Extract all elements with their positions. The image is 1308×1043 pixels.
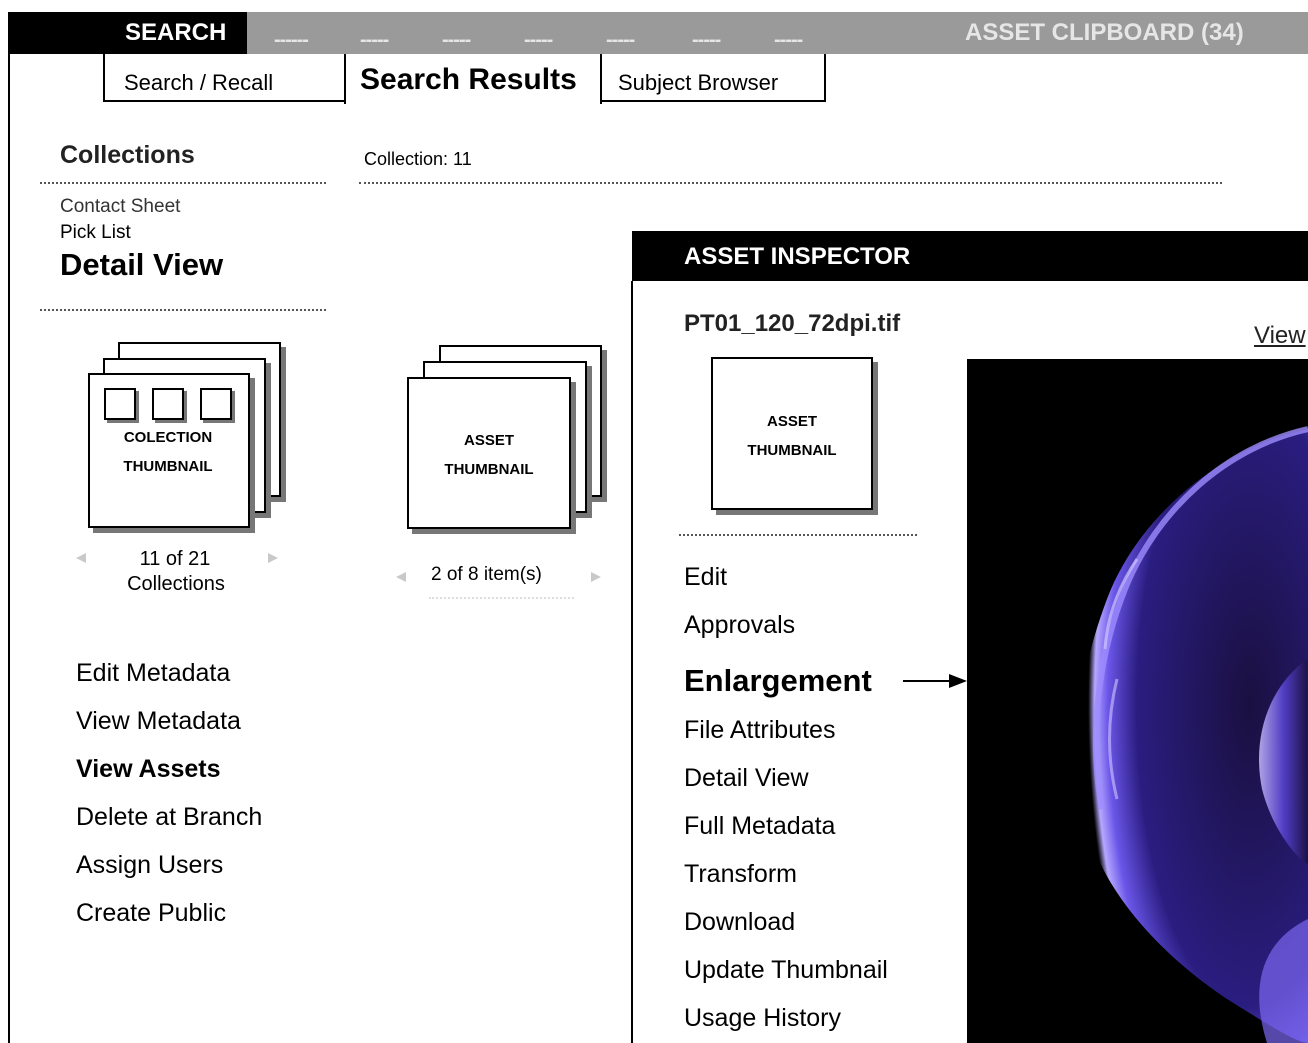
frame-divider xyxy=(8,54,10,1043)
assign-users-link[interactable]: Assign Users xyxy=(76,851,223,880)
divider xyxy=(40,309,326,311)
collection-thumb-line2: THUMBNAIL xyxy=(123,458,213,475)
divider xyxy=(40,182,326,184)
asset-filename: PT01_120_72dpi.tif xyxy=(684,310,901,337)
nav-placeholder-5[interactable]: ----- xyxy=(606,29,635,52)
nav-placeholder-7[interactable]: ----- xyxy=(774,29,803,52)
divider xyxy=(679,534,917,536)
asset-inspector-title: ASSET INSPECTOR xyxy=(684,243,911,270)
nav-placeholder-2[interactable]: ----- xyxy=(360,29,389,52)
enlargement-image xyxy=(967,359,1308,1043)
tab-search-recall[interactable]: Search / Recall xyxy=(103,54,346,102)
collections-title: Collections xyxy=(60,141,195,169)
enlargement-graphic xyxy=(1076,426,1308,1043)
tab-search-label: SEARCH xyxy=(125,19,227,46)
mini-thumb xyxy=(200,388,232,420)
asset-pager: 2 of 8 item(s) xyxy=(431,564,542,585)
inspector-download-link[interactable]: Download xyxy=(684,908,795,937)
create-public-link[interactable]: Create Public xyxy=(76,899,226,928)
asset-thumb-line2: THUMBNAIL xyxy=(444,461,534,478)
tab-search-results-label: Search Results xyxy=(360,63,577,96)
inspector-approvals-link[interactable]: Approvals xyxy=(684,611,795,640)
inspector-border xyxy=(631,281,633,1043)
view-link[interactable]: View xyxy=(1254,322,1306,350)
nav-placeholder-3[interactable]: ----- xyxy=(442,29,471,52)
inspector-enlargement-link[interactable]: Enlargement xyxy=(684,663,872,699)
tab-subject-browser[interactable]: Subject Browser xyxy=(600,54,826,102)
view-pick-list[interactable]: Pick List xyxy=(60,222,131,244)
mini-thumb xyxy=(104,388,136,420)
right-arrow-icon[interactable] xyxy=(268,553,278,563)
delete-at-branch-link[interactable]: Delete at Branch xyxy=(76,803,262,832)
left-arrow-icon[interactable] xyxy=(396,572,406,582)
tab-search[interactable]: SEARCH xyxy=(8,12,247,54)
nav-placeholder-1[interactable]: ------ xyxy=(274,29,309,52)
collection-thumb-line1: COLECTION xyxy=(123,429,213,446)
view-contact-sheet[interactable]: Contact Sheet xyxy=(60,196,180,218)
inspector-edit-link[interactable]: Edit xyxy=(684,563,727,592)
divider xyxy=(429,597,574,599)
view-metadata-link[interactable]: View Metadata xyxy=(76,707,241,736)
tab-search-results[interactable]: Search Results xyxy=(344,54,602,104)
view-detail-view[interactable]: Detail View xyxy=(60,247,223,283)
divider xyxy=(359,182,1222,184)
pointer-arrow-icon xyxy=(903,674,967,688)
left-arrow-icon[interactable] xyxy=(76,553,86,563)
asset-inspector-header: ASSET INSPECTOR xyxy=(632,231,1308,281)
edit-metadata-link[interactable]: Edit Metadata xyxy=(76,659,230,688)
collection-label: Collection: 11 xyxy=(364,149,472,169)
view-assets-link[interactable]: View Assets xyxy=(76,755,221,784)
inspector-usage-history-link[interactable]: Usage History xyxy=(684,1004,841,1033)
tab-search-recall-label: Search / Recall xyxy=(124,70,274,95)
inspector-transform-link[interactable]: Transform xyxy=(684,860,797,889)
tab-subject-browser-label: Subject Browser xyxy=(618,70,779,95)
mini-thumb xyxy=(152,388,184,420)
inspector-thumb-line2: THUMBNAIL xyxy=(747,442,837,459)
inspector-detail-view-link[interactable]: Detail View xyxy=(684,764,809,793)
inspector-update-thumbnail-link[interactable]: Update Thumbnail xyxy=(684,956,888,985)
right-arrow-icon[interactable] xyxy=(591,572,601,582)
collection-pager-count: 11 of 21 xyxy=(139,548,211,570)
collection-pager-label: Collections xyxy=(127,573,225,595)
inspector-file-attributes-link[interactable]: File Attributes xyxy=(684,716,835,745)
nav-placeholder-6[interactable]: ----- xyxy=(692,29,721,52)
nav-placeholder-4[interactable]: ----- xyxy=(524,29,553,52)
inspector-thumb-line1: ASSET xyxy=(766,413,817,430)
asset-clipboard-link[interactable]: ASSET CLIPBOARD (34) xyxy=(965,19,1244,47)
asset-thumb-line1: ASSET xyxy=(463,432,514,449)
inspector-full-metadata-link[interactable]: Full Metadata xyxy=(684,812,835,841)
